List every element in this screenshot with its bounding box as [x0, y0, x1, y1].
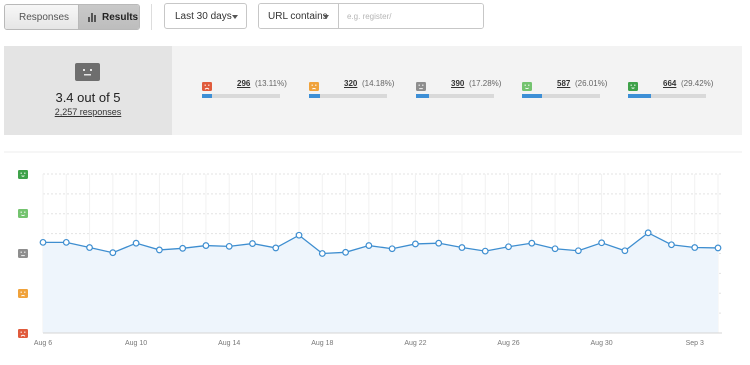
- rating-count[interactable]: 320: [344, 79, 357, 88]
- rating-progress-fill: [202, 94, 213, 98]
- summary-panel: 3.4 out of 5 2,257 responses 296 (13.11%)…: [4, 46, 742, 135]
- neutral-face-icon: [416, 82, 426, 91]
- data-point: [528, 239, 536, 247]
- x-tick-label: Aug 30: [591, 340, 613, 347]
- x-tick-label: Aug 14: [218, 340, 240, 347]
- chevron-down-icon: [232, 15, 238, 19]
- neutral-face-icon: [18, 249, 28, 258]
- y-axis-icon: [18, 249, 28, 258]
- data-point: [39, 238, 47, 246]
- data-point: [714, 244, 722, 252]
- data-point: [318, 250, 326, 257]
- data-point: [272, 244, 280, 252]
- rating-progress-fill: [416, 94, 430, 98]
- data-point: [179, 244, 187, 252]
- x-tick-label: Aug 18: [311, 340, 333, 347]
- rating-count[interactable]: 390: [451, 79, 464, 88]
- data-point: [621, 247, 629, 255]
- very-unhappy-face-icon: [18, 328, 28, 338]
- x-tick-label: Aug 22: [404, 340, 426, 347]
- y-axis-icon: [18, 328, 28, 338]
- unhappy-face-icon: [309, 82, 319, 91]
- rating-progress-fill: [522, 94, 543, 98]
- rating-progress-bar: [416, 94, 494, 98]
- data-point: [155, 246, 163, 254]
- data-point: [505, 243, 512, 251]
- data-point: [551, 245, 559, 253]
- bar-chart-icon: [88, 12, 97, 22]
- rating-count[interactable]: 587: [557, 79, 570, 88]
- date-range-select[interactable]: Last 30 days: [164, 3, 247, 29]
- url-filter-mode: URL contains: [268, 10, 328, 22]
- data-point: [691, 244, 699, 251]
- data-point: [644, 229, 652, 237]
- data-point: [202, 242, 210, 249]
- very-happy-face-icon: [18, 169, 28, 179]
- view-toggle: Responses Results: [4, 4, 140, 30]
- rating-percent: (17.28%): [469, 79, 502, 88]
- data-point: [574, 247, 582, 255]
- rating-progress-bar: [628, 94, 706, 98]
- unhappy-face-icon: [18, 288, 28, 298]
- responses-tab[interactable]: Responses: [5, 5, 79, 29]
- data-point: [388, 245, 396, 253]
- rating-progress-bar: [309, 94, 387, 98]
- results-tab[interactable]: Results: [79, 5, 139, 29]
- rating-progress-fill: [628, 94, 651, 98]
- average-score-box: 3.4 out of 5 2,257 responses: [4, 46, 172, 135]
- rating-progress-bar: [522, 94, 600, 98]
- rating-progress-fill: [309, 94, 321, 98]
- x-tick-label: Sep 3: [686, 340, 704, 347]
- very-happy-face-icon: [628, 82, 638, 91]
- average-score: 3.4 out of 5: [55, 90, 121, 105]
- x-tick-label: Aug 26: [497, 340, 519, 347]
- rating-percent: (26.01%): [575, 79, 608, 88]
- rating-percent: (14.18%): [362, 79, 395, 88]
- toolbar-divider: [151, 4, 152, 30]
- data-point: [668, 241, 675, 249]
- url-filter-mode-select[interactable]: URL contains: [259, 4, 339, 28]
- data-point: [295, 231, 303, 239]
- data-point: [225, 242, 233, 250]
- chevron-down-icon: [323, 15, 329, 19]
- url-filter: URL contains: [258, 3, 484, 29]
- data-point: [435, 239, 443, 247]
- data-point: [62, 238, 70, 246]
- x-tick-label: Aug 10: [125, 340, 147, 347]
- data-point: [458, 244, 466, 251]
- data-point: [342, 248, 349, 256]
- very-unhappy-face-icon: [202, 82, 212, 91]
- rating-count[interactable]: 664: [663, 79, 676, 88]
- data-point: [86, 244, 93, 251]
- data-point: [481, 247, 489, 255]
- y-axis-icon: [18, 209, 28, 219]
- responses-tab-label: Responses: [19, 11, 70, 23]
- happy-face-icon: [18, 209, 28, 219]
- line-chart: Aug 6 Aug 10 Aug 14 Aug 18 Aug 22 Aug 26 Aug 3…: [4, 151, 742, 347]
- y-axis-icon: [18, 288, 28, 298]
- data-point: [249, 240, 256, 247]
- rating-percent: (29.42%): [681, 79, 714, 88]
- toolbar: Responses Results Last 30 days URL conta…: [0, 0, 750, 38]
- y-axis-icon: [18, 169, 28, 179]
- happy-face-icon: [522, 82, 532, 91]
- rating-count[interactable]: 296: [237, 79, 250, 88]
- total-responses-link[interactable]: 2,257 responses: [4, 107, 172, 117]
- data-point: [598, 239, 606, 247]
- url-filter-input[interactable]: [339, 4, 483, 28]
- data-point: [109, 249, 117, 257]
- score-trend-chart: Aug 6 Aug 10 Aug 14 Aug 18 Aug 22 Aug 26 Aug 3…: [0, 150, 750, 365]
- data-point: [365, 242, 373, 249]
- results-tab-label: Results: [102, 11, 139, 23]
- data-point: [132, 239, 140, 247]
- neutral-face-icon: [75, 63, 100, 81]
- rating-progress-bar: [202, 94, 280, 98]
- data-point: [412, 240, 419, 248]
- rating-percent: (13.11%): [255, 79, 287, 88]
- date-range-value: Last 30 days: [175, 10, 232, 22]
- x-tick-label: Aug 6: [34, 340, 52, 347]
